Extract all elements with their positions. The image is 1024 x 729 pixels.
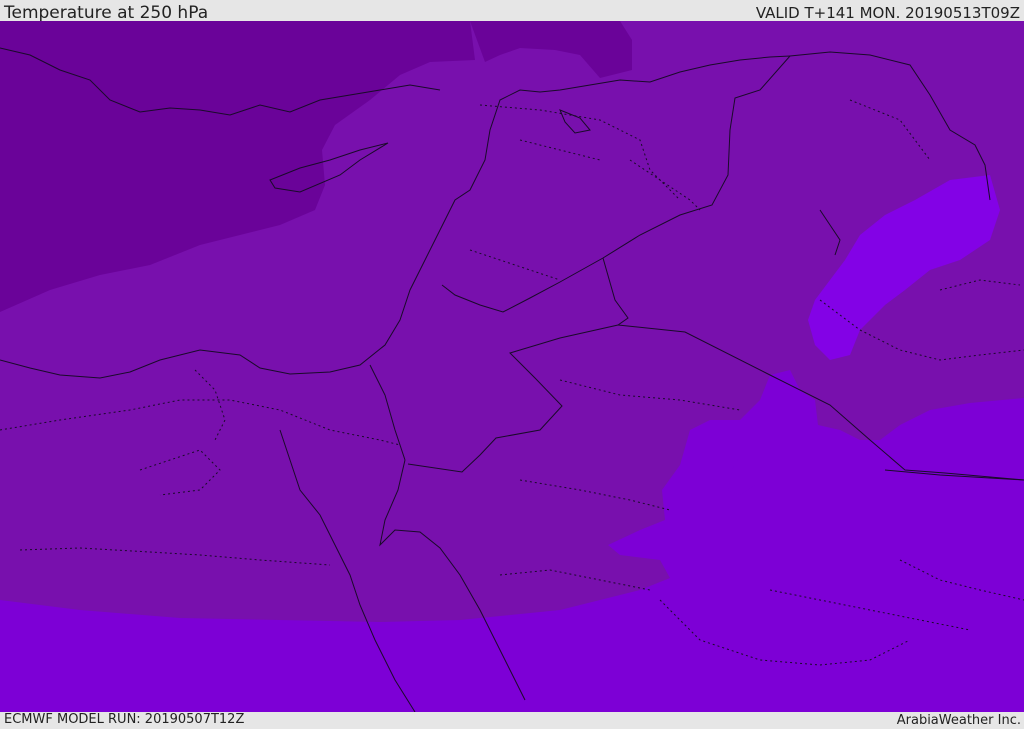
model-run-label: ECMWF MODEL RUN: 20190507T12Z	[4, 712, 245, 727]
temperature-map	[0, 21, 1024, 712]
map-title: Temperature at 250 hPa	[4, 3, 209, 23]
valid-time-label: VALID T+141 MON. 20190513T09Z	[755, 4, 1020, 22]
credit-label: ArabiaWeather Inc.	[896, 713, 1021, 728]
